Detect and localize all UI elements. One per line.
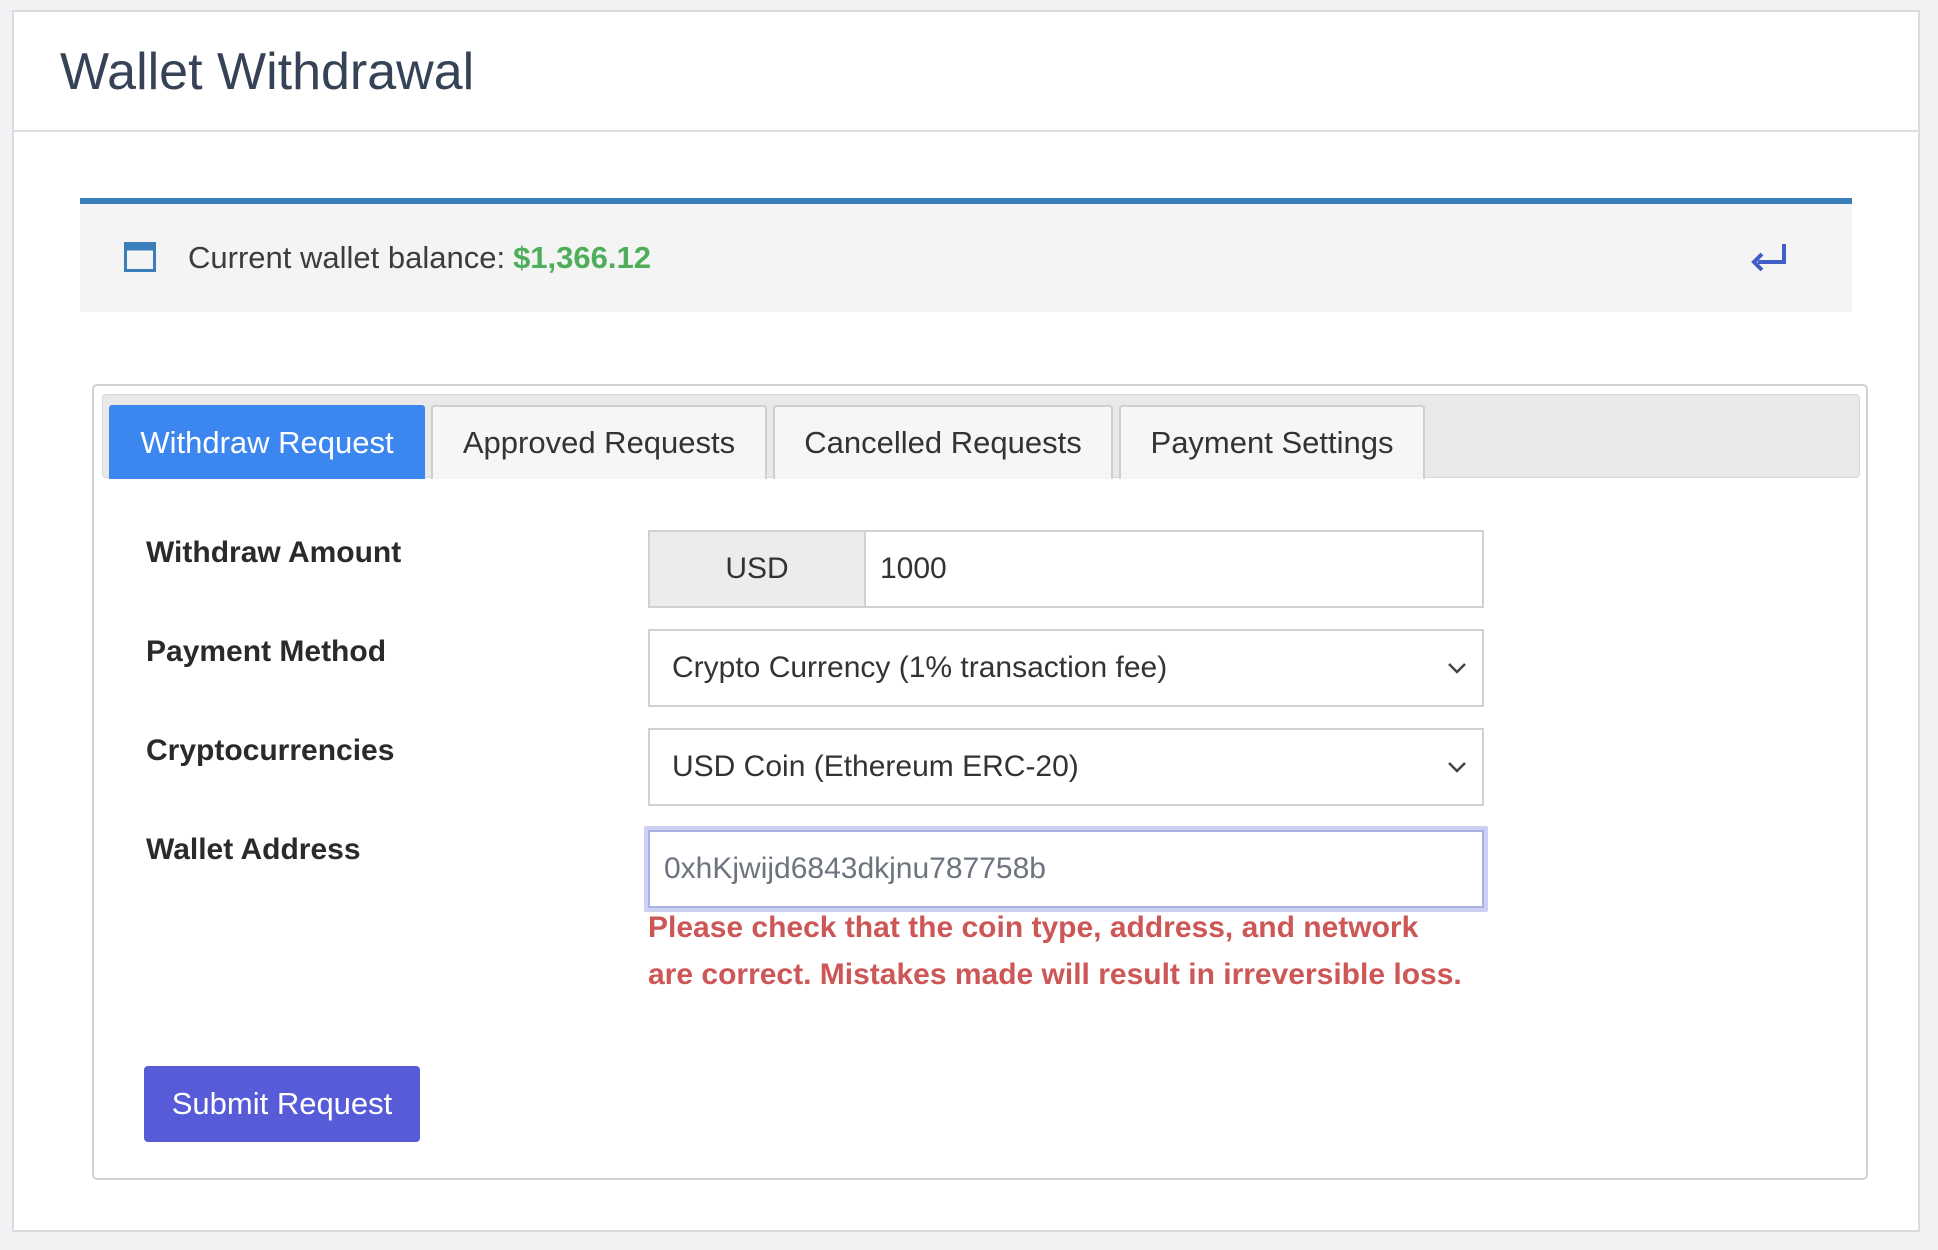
- payment-method-label: Payment Method: [146, 635, 387, 668]
- withdraw-amount-label: Withdraw Amount: [146, 536, 402, 569]
- wallet-address-input[interactable]: [648, 830, 1484, 908]
- page-header: Wallet Withdrawal: [14, 12, 1918, 132]
- tab-payment-settings[interactable]: Payment Settings: [1119, 405, 1425, 479]
- wallet-withdrawal-page: Wallet Withdrawal Current wallet balance…: [12, 10, 1920, 1232]
- currency-addon: USD: [650, 532, 866, 606]
- cryptocurrency-value: USD Coin (Ethereum ERC-20): [672, 750, 1079, 783]
- chevron-down-icon: [1448, 762, 1466, 773]
- balance-label: Current wallet balance: $1,366.12: [188, 240, 651, 276]
- balance-amount: $1,366.12: [513, 240, 651, 275]
- chevron-down-icon: [1448, 663, 1466, 674]
- tab-approved-requests[interactable]: Approved Requests: [431, 405, 767, 479]
- tab-bar: Withdraw Request Approved Requests Cance…: [102, 394, 1860, 479]
- return-button[interactable]: [1748, 238, 1792, 278]
- window-icon: [124, 242, 156, 272]
- return-arrow-icon: [1751, 244, 1786, 272]
- withdraw-amount-input[interactable]: [866, 532, 1482, 606]
- cryptocurrencies-label: Cryptocurrencies: [146, 734, 395, 767]
- wallet-address-label: Wallet Address: [146, 833, 361, 866]
- balance-label-text: Current wallet balance:: [188, 240, 506, 275]
- payment-method-select[interactable]: Crypto Currency (1% transaction fee): [648, 629, 1484, 707]
- page-title: Wallet Withdrawal: [60, 43, 475, 101]
- cryptocurrency-select[interactable]: USD Coin (Ethereum ERC-20): [648, 728, 1484, 806]
- tab-withdraw-request[interactable]: Withdraw Request: [109, 405, 425, 479]
- address-warning: Please check that the coin type, address…: [648, 911, 1462, 991]
- wallet-address-field: [644, 826, 1488, 912]
- tab-cancelled-requests[interactable]: Cancelled Requests: [773, 405, 1113, 479]
- withdraw-amount-group: USD: [648, 530, 1484, 608]
- payment-method-value: Crypto Currency (1% transaction fee): [672, 651, 1168, 684]
- balance-bar: Current wallet balance: $1,366.12: [80, 198, 1852, 312]
- withdraw-card: Withdraw Request Approved Requests Cance…: [92, 384, 1868, 1180]
- submit-request-button[interactable]: Submit Request: [144, 1066, 420, 1142]
